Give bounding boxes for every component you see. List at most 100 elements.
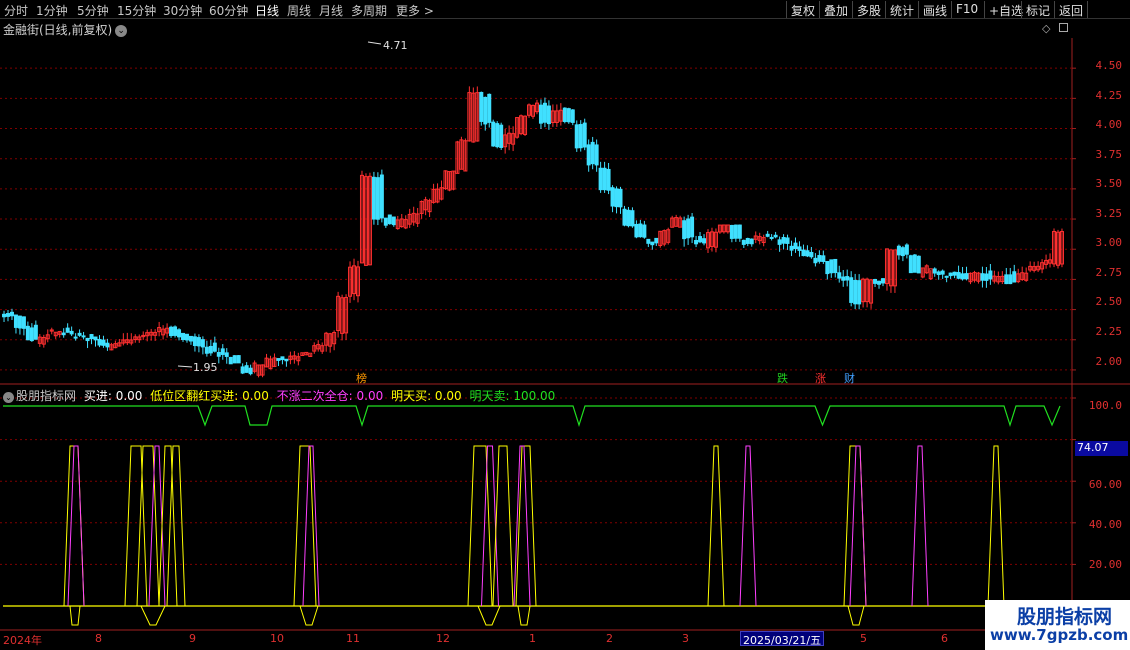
f10-button[interactable]: F10 bbox=[951, 1, 982, 18]
high-price-label: 4.71 bbox=[383, 39, 408, 52]
indicator-legend[interactable]: ⌄ 股朋指标网 买进: 0.00 低位区翻红买进: 0.00 不涨二次全仓: 0.… bbox=[3, 387, 559, 404]
tab-15min[interactable]: 15分钟 bbox=[117, 2, 156, 19]
candle-body bbox=[702, 238, 707, 244]
candle-body bbox=[972, 272, 977, 281]
stock-chart[interactable] bbox=[0, 0, 1130, 650]
candle-body bbox=[709, 231, 714, 247]
candle-body bbox=[77, 332, 82, 336]
indicator-low-red-buy: 低位区翻红买进: 0.00 bbox=[150, 389, 269, 403]
candle-body bbox=[805, 250, 810, 257]
candle-body bbox=[992, 275, 997, 282]
candle-body bbox=[272, 357, 277, 367]
candle-body bbox=[379, 174, 384, 219]
tab-30min[interactable]: 30分钟 bbox=[163, 2, 202, 19]
candle-body bbox=[785, 237, 790, 244]
mark-button[interactable]: 标记 bbox=[1021, 1, 1054, 18]
tab-daily[interactable]: 日线 bbox=[255, 2, 279, 19]
grid-lines bbox=[0, 38, 1130, 631]
candle-body bbox=[439, 187, 444, 200]
tomorrow-sell-line bbox=[3, 405, 1061, 427]
candle-body bbox=[33, 324, 38, 340]
tab-more[interactable]: 更多 > bbox=[396, 2, 434, 19]
tab-timeshare[interactable]: 分时 bbox=[4, 2, 28, 19]
candle-body bbox=[407, 213, 412, 225]
back-button[interactable]: 返回 bbox=[1054, 1, 1089, 18]
candle-body bbox=[940, 270, 945, 275]
draw-line-button[interactable]: 画线 bbox=[918, 1, 951, 18]
y-tick: 4.00 bbox=[1095, 118, 1123, 131]
cursor-date-label: 2025/03/21/五 bbox=[740, 631, 825, 647]
multi-stock-button[interactable]: 多股 bbox=[852, 1, 885, 18]
tab-60min[interactable]: 60分钟 bbox=[209, 2, 248, 19]
chevron-down-icon[interactable]: ⌄ bbox=[115, 25, 128, 37]
ind-y-tick: 20.00 bbox=[1088, 558, 1122, 571]
candle-body bbox=[336, 295, 341, 332]
tab-weekly[interactable]: 周线 bbox=[287, 2, 311, 19]
signal-spike bbox=[293, 445, 317, 607]
candle-body bbox=[240, 366, 245, 374]
candle-body bbox=[49, 329, 54, 332]
chart-title[interactable]: 金融街(日线,前复权) ⌄ bbox=[3, 21, 128, 38]
signal-spike bbox=[67, 445, 85, 607]
chevron-down-icon[interactable]: ⌄ bbox=[3, 392, 14, 403]
candle-body bbox=[1044, 259, 1049, 265]
candle-body bbox=[765, 233, 770, 237]
candle-body bbox=[602, 167, 607, 191]
overlay-button[interactable]: 叠加 bbox=[819, 1, 852, 18]
candle-body bbox=[73, 336, 78, 339]
candle-body bbox=[1028, 265, 1033, 271]
low-arrow bbox=[177, 365, 193, 368]
candle-body bbox=[642, 224, 647, 238]
candle-body bbox=[761, 237, 766, 244]
event-marker-die[interactable]: 跌 bbox=[777, 370, 788, 386]
x-month: 2 bbox=[606, 632, 613, 645]
candle-body bbox=[614, 188, 619, 208]
restore-rights-button[interactable]: 复权 bbox=[786, 1, 819, 18]
candle-body bbox=[618, 188, 623, 208]
candle-body bbox=[745, 238, 750, 244]
tab-multi-period[interactable]: 多周期 bbox=[351, 2, 387, 19]
candle-body bbox=[1004, 274, 1009, 285]
candle-body bbox=[964, 273, 969, 280]
window-icon[interactable] bbox=[1059, 23, 1068, 32]
candle-body bbox=[725, 224, 730, 233]
candle-body bbox=[729, 224, 734, 239]
candle-body bbox=[550, 110, 555, 123]
tab-monthly[interactable]: 月线 bbox=[319, 2, 343, 19]
diamond-icon[interactable]: ◇ bbox=[1042, 22, 1050, 35]
candle-body bbox=[757, 236, 762, 242]
candle-body bbox=[813, 257, 818, 264]
candle-body bbox=[988, 270, 993, 280]
candle-body bbox=[252, 362, 257, 372]
candle-body bbox=[646, 238, 651, 244]
tab-5min[interactable]: 5分钟 bbox=[77, 2, 109, 19]
candle-body bbox=[753, 235, 758, 240]
candle-body bbox=[503, 134, 508, 148]
signal-dip bbox=[477, 605, 501, 626]
candle-body bbox=[53, 331, 58, 337]
candle-body bbox=[192, 336, 197, 347]
candle-body bbox=[228, 356, 233, 365]
event-marker-zhang[interactable]: 涨 bbox=[815, 370, 826, 386]
candle-body bbox=[208, 345, 213, 354]
candle-body bbox=[936, 271, 941, 276]
event-marker-cai[interactable]: 财 bbox=[844, 370, 855, 386]
candle-body bbox=[324, 332, 329, 346]
x-month: 5 bbox=[860, 632, 867, 645]
candle-body bbox=[328, 333, 333, 347]
candle-body bbox=[284, 358, 289, 362]
candle-body bbox=[841, 276, 846, 281]
candle-body bbox=[244, 365, 249, 373]
y-tick: 3.25 bbox=[1095, 207, 1123, 220]
candle-body bbox=[1000, 275, 1005, 283]
y-tick: 3.50 bbox=[1095, 177, 1123, 190]
tab-1min[interactable]: 1分钟 bbox=[36, 2, 68, 19]
candle-body bbox=[996, 276, 1001, 283]
candle-body bbox=[93, 336, 98, 341]
signal-spike bbox=[849, 445, 867, 607]
event-marker-bang[interactable]: 榜 bbox=[356, 370, 367, 386]
candle-body bbox=[97, 338, 102, 346]
candle-body bbox=[419, 201, 424, 214]
candle-body bbox=[562, 107, 567, 123]
stats-button[interactable]: 统计 bbox=[885, 1, 918, 18]
